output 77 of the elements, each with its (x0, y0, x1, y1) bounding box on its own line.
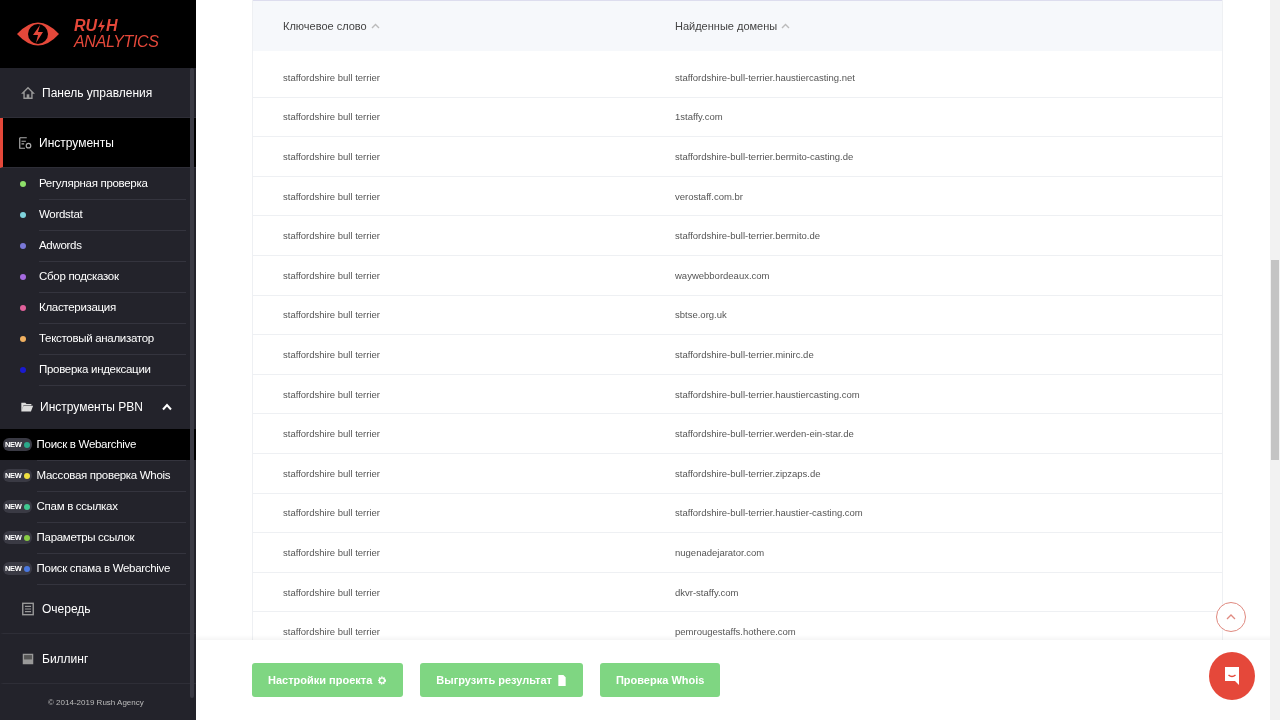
sidebar-item-label: Текстовый анализатор (39, 322, 186, 355)
table-cell-text: staffordshire bull terrier (283, 71, 381, 83)
sidebar-group[interactable]: Инструменты PBN (0, 385, 196, 429)
sidebar-item-label: Биллинг (42, 651, 89, 666)
table-cell-text: staffordshire bull terrier (283, 309, 381, 321)
sidebar-item-label: Поиск спама в Webarchive (36, 552, 186, 585)
sidebar-item-label: Очередь (42, 601, 91, 616)
calculator-icon (21, 651, 35, 666)
chevron-up-icon (1226, 614, 1236, 620)
sidebar-subitem[interactable]: Adwords (0, 230, 196, 261)
sidebar-item-label: Инструменты (39, 135, 114, 150)
table-cell-text: staffordshire-bull-terrier.werden-ein-star.de (675, 428, 855, 440)
table-cell-text: staffordshire-bull-terrier.bermito.de (675, 230, 822, 242)
sidebar-subitem[interactable]: Wordstat (0, 199, 196, 230)
logo-subtitle: ANALYTICS (74, 34, 159, 50)
table-cell-text: staffordshire-bull-terrier.bermito-casting.de (675, 151, 855, 162)
table-cell-text: sbtse.org.uk (675, 309, 728, 321)
bolt-icon (97, 19, 107, 33)
document-icon (18, 135, 32, 150)
logo-text: H (106, 18, 118, 34)
table-cell-text: staffordshire bull terrier (283, 428, 381, 440)
table-cell-text: staffordshire-bull-terrier.haustiercasting.com (675, 388, 861, 400)
table-cell-text: staffordshire bull terrier (283, 626, 381, 638)
table-cell-text: staffordshire bull terrier (283, 348, 381, 360)
sidebar-item-label: Wordstat (39, 198, 186, 231)
table-cell-text: staffordshire bull terrier (283, 111, 381, 123)
table-cell-text: 1staffy.com (675, 111, 724, 123)
column-header[interactable]: Ключевое слово (283, 20, 675, 32)
home-icon (21, 85, 35, 100)
sidebar-item-label: Проверка индексации (39, 353, 186, 386)
table-cell-text: staffordshire bull terrier (283, 388, 381, 400)
table-cell-text: staffordshire bull terrier (283, 546, 381, 558)
table-cell-text: staffordshire bull terrier (283, 269, 381, 281)
list-icon (21, 601, 35, 616)
sidebar-item-label: Поиск в Webarchive (36, 428, 186, 461)
sort-icon (781, 23, 791, 29)
table-cell-text: waywebbordeaux.com (675, 269, 771, 281)
sidebar-item-label: Кластеризация (39, 291, 186, 324)
folder-icon (20, 400, 34, 414)
logo-text: RU (74, 18, 98, 34)
file-icon (556, 674, 567, 686)
sidebar-subitem[interactable]: Кластеризация (0, 292, 196, 323)
sidebar-subitem[interactable]: Текстовый анализатор (0, 323, 196, 354)
sidebar-item-label: Adwords (39, 229, 186, 262)
sidebar-item-label: Массовая проверка Whois (36, 459, 186, 492)
sidebar-item[interactable]: Инструменты (0, 118, 196, 168)
scrollbar[interactable] (1270, 0, 1280, 720)
table-cell-text: staffordshire-bull-terrier.minirc.de (675, 348, 815, 360)
table-cell-text: staffordshire-bull-terrier.haustiercasting.net (675, 71, 856, 83)
chevron-icon (162, 403, 172, 411)
scroll-top-button[interactable] (1216, 602, 1246, 632)
chat-bubble-icon (1223, 666, 1241, 686)
gear-icon (377, 674, 388, 686)
sidebar-item-label: Регулярная проверка (39, 167, 186, 200)
table-cell-text: staffordshire-bull-terrier.zipzaps.de (675, 467, 822, 479)
sidebar-item-label: Спам в ссылках (36, 490, 186, 523)
sidebar-item-label: Сбор подсказок (39, 260, 186, 293)
table-cell-text: pemrougestaffs.hothere.com (675, 626, 797, 638)
table-cell-text: staffordshire bull terrier (283, 586, 381, 598)
table-cell-text: staffordshire bull terrier (283, 507, 381, 519)
table-cell-text: verostaff.com.br (675, 190, 744, 202)
sidebar-subitem[interactable]: Регулярная проверка (0, 168, 196, 199)
sidebar-item-label: Панель управления (42, 85, 153, 100)
table-cell-text: staffordshire bull terrier (283, 190, 381, 202)
sidebar-item-label: Инструменты PBN (40, 400, 144, 414)
table-cell-text: nugenadejarator.com (675, 546, 766, 558)
column-header[interactable]: Найденные домены (675, 20, 1222, 32)
table-cell-text: dkvr-staffy.com (675, 586, 740, 598)
sidebar-subitem[interactable]: Сбор подсказок (0, 261, 196, 292)
table-cell-text: staffordshire bull terrier (283, 151, 381, 162)
sidebar-subitem[interactable]: Проверка индексации (0, 354, 196, 385)
table-cell-text: staffordshire bull terrier (283, 467, 381, 479)
sidebar-item-label: Параметры ссылок (36, 521, 186, 554)
copyright-text: © 2014-2019 Rush Agency (47, 697, 145, 707)
sort-icon (370, 23, 380, 29)
table-cell-text: staffordshire-bull-terrier.haustier-casting.com (675, 507, 864, 519)
table-cell-text: staffordshire bull terrier (283, 230, 381, 242)
